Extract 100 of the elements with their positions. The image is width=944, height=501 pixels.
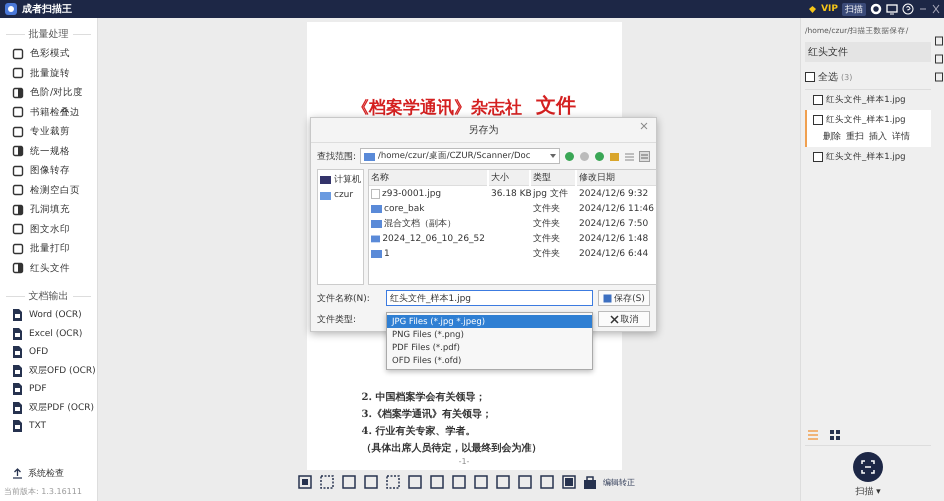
dialog-title: 另存为: [468, 125, 498, 136]
place-item[interactable]: 计算机: [334, 173, 361, 186]
cancel-button[interactable]: 取消: [598, 311, 650, 327]
sidebar-item[interactable]: PDF: [29, 384, 47, 394]
close-icon[interactable]: [640, 122, 648, 130]
sidebar-item[interactable]: 孔洞填充: [30, 203, 70, 216]
file-type-option[interactable]: PDF Files (*.pdf): [387, 341, 592, 354]
column-header[interactable]: 类型: [531, 170, 575, 186]
sidebar-item[interactable]: 色阶/对比度: [30, 86, 84, 100]
document-line: 4. 行业有关专家、学者。: [362, 424, 476, 438]
sidebar-item[interactable]: TXT: [29, 421, 46, 432]
file-type-option[interactable]: OFD Files (*.ofd): [387, 354, 592, 367]
scan-mode-dropdown[interactable]: 扫描 ▾: [855, 485, 881, 498]
sidebar-item[interactable]: 书籍检叠边: [30, 106, 80, 119]
scan-frame-icon: [861, 460, 875, 474]
system-check-link[interactable]: 系统检查: [28, 467, 64, 480]
file-icon: [12, 383, 23, 396]
dashed-frame-icon[interactable]: [385, 474, 401, 490]
file-name[interactable]: 2024_12_06_10_26_52: [382, 234, 485, 244]
file-count: (3): [841, 72, 852, 82]
file-type: 文件夹: [533, 202, 560, 215]
folder-icon: [371, 234, 380, 243]
file-size: 36.18 KB: [491, 188, 532, 198]
caret-icon: [550, 154, 556, 158]
file-item[interactable]: 红头文件_样本1.jpg 删除 重扫 插入 详情: [805, 110, 931, 147]
file-name[interactable]: core_bak: [384, 204, 424, 214]
file-name[interactable]: 混合文档（副本）: [384, 217, 456, 230]
sidebar-item[interactable]: 色彩模式: [30, 47, 70, 60]
file-date: 2024/12/6 11:46: [579, 204, 654, 214]
app-logo-icon: [4, 2, 18, 16]
list-view-icon[interactable]: [624, 150, 635, 162]
sidebar-item[interactable]: 批量旋转: [30, 66, 70, 80]
file-icon: [12, 364, 23, 377]
sidebar-item[interactable]: 检测空白页: [30, 184, 80, 197]
file-date: 2024/12/6 6:44: [579, 248, 648, 258]
folder-icon: [371, 249, 382, 258]
select-area-icon[interactable]: [319, 474, 335, 490]
file-name[interactable]: 1: [384, 248, 390, 258]
up-icon[interactable]: [594, 150, 605, 162]
file-name-field[interactable]: 红头文件_样本1.jpg: [386, 290, 593, 306]
grid-view-icon[interactable]: [829, 429, 841, 441]
file-action-link[interactable]: 删除: [823, 130, 841, 143]
vip-badge[interactable]: VIP: [821, 4, 838, 14]
file-icon: [12, 309, 23, 322]
column-header[interactable]: 大小: [489, 170, 529, 186]
sidebar-item[interactable]: 图文水印: [30, 222, 70, 236]
file-item[interactable]: 红头文件_样本1.jpg: [805, 90, 931, 110]
save-button[interactable]: 保存(S): [598, 290, 650, 306]
sidebar-item[interactable]: OFD: [29, 347, 48, 358]
folder-icon: [320, 190, 331, 200]
close-icon[interactable]: [932, 3, 940, 15]
sidebar-item[interactable]: 红头文件: [30, 262, 70, 275]
file-type-option[interactable]: JPG Files (*.jpg *.jpeg): [387, 315, 592, 328]
document-line: 2. 中国档案学会有关领导；: [362, 390, 486, 404]
file-date: 2024/12/6 7:50: [579, 218, 648, 228]
monitor-icon[interactable]: [886, 3, 898, 15]
help-icon[interactable]: [902, 3, 914, 15]
folder-icon: [371, 219, 382, 228]
sidebar-item[interactable]: 批量打印: [30, 242, 70, 256]
sidebar-item[interactable]: 双层OFD (OCR): [29, 364, 96, 378]
sidebar-item[interactable]: 专业裁剪: [30, 125, 70, 138]
sidebar-item[interactable]: 图像转存: [30, 164, 70, 178]
cancel-icon: [610, 314, 618, 324]
toolbar-label: 编辑转正: [603, 476, 635, 488]
detail-view-icon[interactable]: [639, 150, 650, 162]
scan-mode-button[interactable]: 扫描: [842, 2, 866, 16]
column-header[interactable]: 名称: [369, 170, 487, 186]
folder-name-field[interactable]: 红头文件: [805, 42, 931, 62]
column-header[interactable]: 修改日期: [577, 170, 656, 186]
checkbox[interactable]: [813, 95, 823, 105]
select-all-label[interactable]: 全选: [818, 70, 838, 84]
document-line: （具体出席人员待定，以最终到会为准）: [362, 441, 542, 455]
sidebar-item[interactable]: 统一规格: [30, 144, 70, 158]
back-icon[interactable]: [564, 150, 575, 162]
checkbox[interactable]: [813, 115, 823, 125]
file-type-dropdown[interactable]: JPG Files (*.jpg *.jpeg) PNG Files (*.png) PDF Files (*.pdf) OFD Files (*.ofd): [386, 312, 593, 370]
scan-button[interactable]: [853, 452, 883, 482]
file-icon: [12, 420, 23, 432]
computer-icon: [320, 175, 331, 184]
sidebar-item[interactable]: Excel (OCR): [29, 328, 82, 339]
file-type: jpg 文件: [533, 188, 568, 200]
file-action-link[interactable]: 详情: [892, 130, 910, 143]
file-type-option[interactable]: PNG Files (*.png): [387, 328, 592, 341]
file-action-link[interactable]: 重扫: [846, 130, 864, 143]
checkbox[interactable]: [805, 72, 815, 82]
path-dropdown[interactable]: /home/czur/桌面/CZUR/Scanner/Doc: [360, 148, 560, 164]
page-number: -1-: [458, 457, 470, 466]
file-name[interactable]: z93-0001.jpg: [382, 188, 442, 198]
place-item[interactable]: czur: [334, 190, 354, 200]
file-name-label: 文件名称(N):: [317, 292, 371, 304]
document-title: 《档案学通讯》杂志社: [352, 97, 522, 119]
file-item[interactable]: 红头文件_样本1.jpg: [805, 147, 931, 167]
file-icon: [12, 402, 23, 414]
file-type: 文件夹: [533, 232, 560, 245]
upload-icon: [12, 468, 23, 479]
sidebar-item[interactable]: 双层PDF (OCR): [29, 401, 94, 414]
sidebar-item[interactable]: Word (OCR): [29, 310, 82, 320]
checkbox[interactable]: [813, 152, 823, 162]
file-action-link[interactable]: 插入: [869, 130, 887, 143]
file-name: 红头文件_样本1.jpg: [826, 151, 906, 163]
